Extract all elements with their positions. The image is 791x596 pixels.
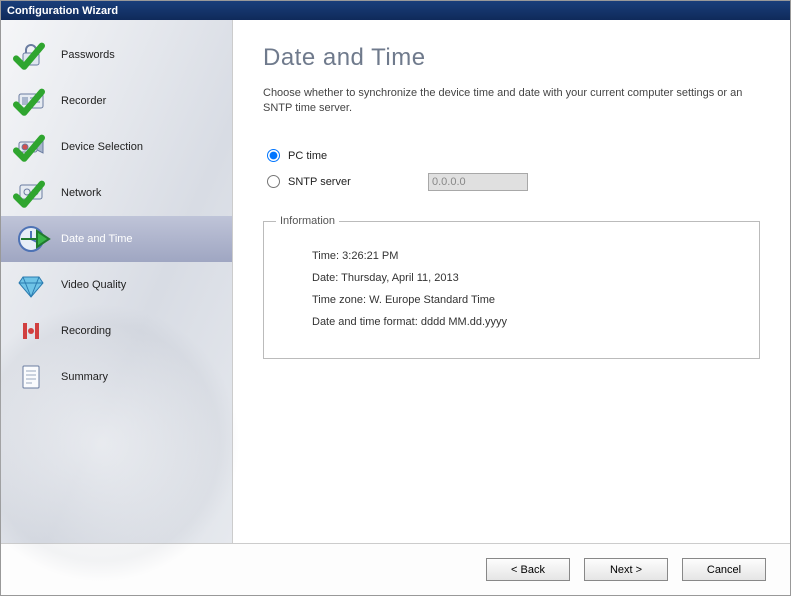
sntp-server-input[interactable] [428, 173, 528, 191]
next-button[interactable]: Next > [584, 558, 668, 581]
sidebar-item-label: Passwords [61, 49, 115, 61]
info-format: Date and time format: dddd MM.dd.yyyy [312, 316, 737, 328]
network-icon [15, 177, 47, 209]
wizard-sidebar: Passwords Recorder Device Selection [1, 20, 233, 543]
document-icon [15, 361, 47, 393]
record-icon [15, 315, 47, 347]
sidebar-item-label: Device Selection [61, 141, 143, 153]
sidebar-item-recording[interactable]: Recording [1, 308, 232, 354]
option-sntp-row: SNTP server [263, 171, 760, 193]
clock-icon [15, 223, 47, 255]
option-pc-time-row: PC time [263, 145, 760, 167]
camera-icon [15, 131, 47, 163]
sidebar-item-date-and-time[interactable]: Date and Time [1, 216, 232, 262]
sidebar-item-label: Network [61, 187, 101, 199]
back-button[interactable]: < Back [486, 558, 570, 581]
sidebar-item-label: Recorder [61, 95, 106, 107]
titlebar: Configuration Wizard [1, 1, 790, 20]
sidebar-item-label: Video Quality [61, 279, 126, 291]
window-title: Configuration Wizard [7, 5, 118, 17]
sidebar-item-video-quality[interactable]: Video Quality [1, 262, 232, 308]
information-fieldset: Information Time: 3:26:21 PM Date: Thurs… [263, 221, 760, 359]
sntp-label: SNTP server [288, 176, 428, 188]
configuration-wizard-window: Configuration Wizard Passwords Recorder [0, 0, 791, 596]
cancel-button[interactable]: Cancel [682, 558, 766, 581]
page-description: Choose whether to synchronize the device… [263, 86, 760, 117]
pc-time-label: PC time [288, 150, 428, 162]
sidebar-item-label: Date and Time [61, 233, 133, 245]
sidebar-item-label: Summary [61, 371, 108, 383]
info-date: Date: Thursday, April 11, 2013 [312, 272, 737, 284]
info-timezone: Time zone: W. Europe Standard Time [312, 294, 737, 306]
sidebar-item-network[interactable]: Network [1, 170, 232, 216]
info-time: Time: 3:26:21 PM [312, 250, 737, 262]
information-legend: Information [276, 215, 339, 227]
sidebar-item-label: Recording [61, 325, 111, 337]
sidebar-item-recorder[interactable]: Recorder [1, 78, 232, 124]
recorder-icon [15, 85, 47, 117]
diamond-icon [15, 269, 47, 301]
main-panel: Date and Time Choose whether to synchron… [233, 20, 790, 543]
lock-icon [15, 39, 47, 71]
sntp-radio[interactable] [267, 175, 280, 188]
sidebar-item-device-selection[interactable]: Device Selection [1, 124, 232, 170]
sidebar-item-summary[interactable]: Summary [1, 354, 232, 400]
wizard-footer: < Back Next > Cancel [1, 543, 790, 595]
sidebar-item-passwords[interactable]: Passwords [1, 32, 232, 78]
window-body: Passwords Recorder Device Selection [1, 20, 790, 543]
pc-time-radio[interactable] [267, 149, 280, 162]
page-title: Date and Time [263, 44, 760, 72]
